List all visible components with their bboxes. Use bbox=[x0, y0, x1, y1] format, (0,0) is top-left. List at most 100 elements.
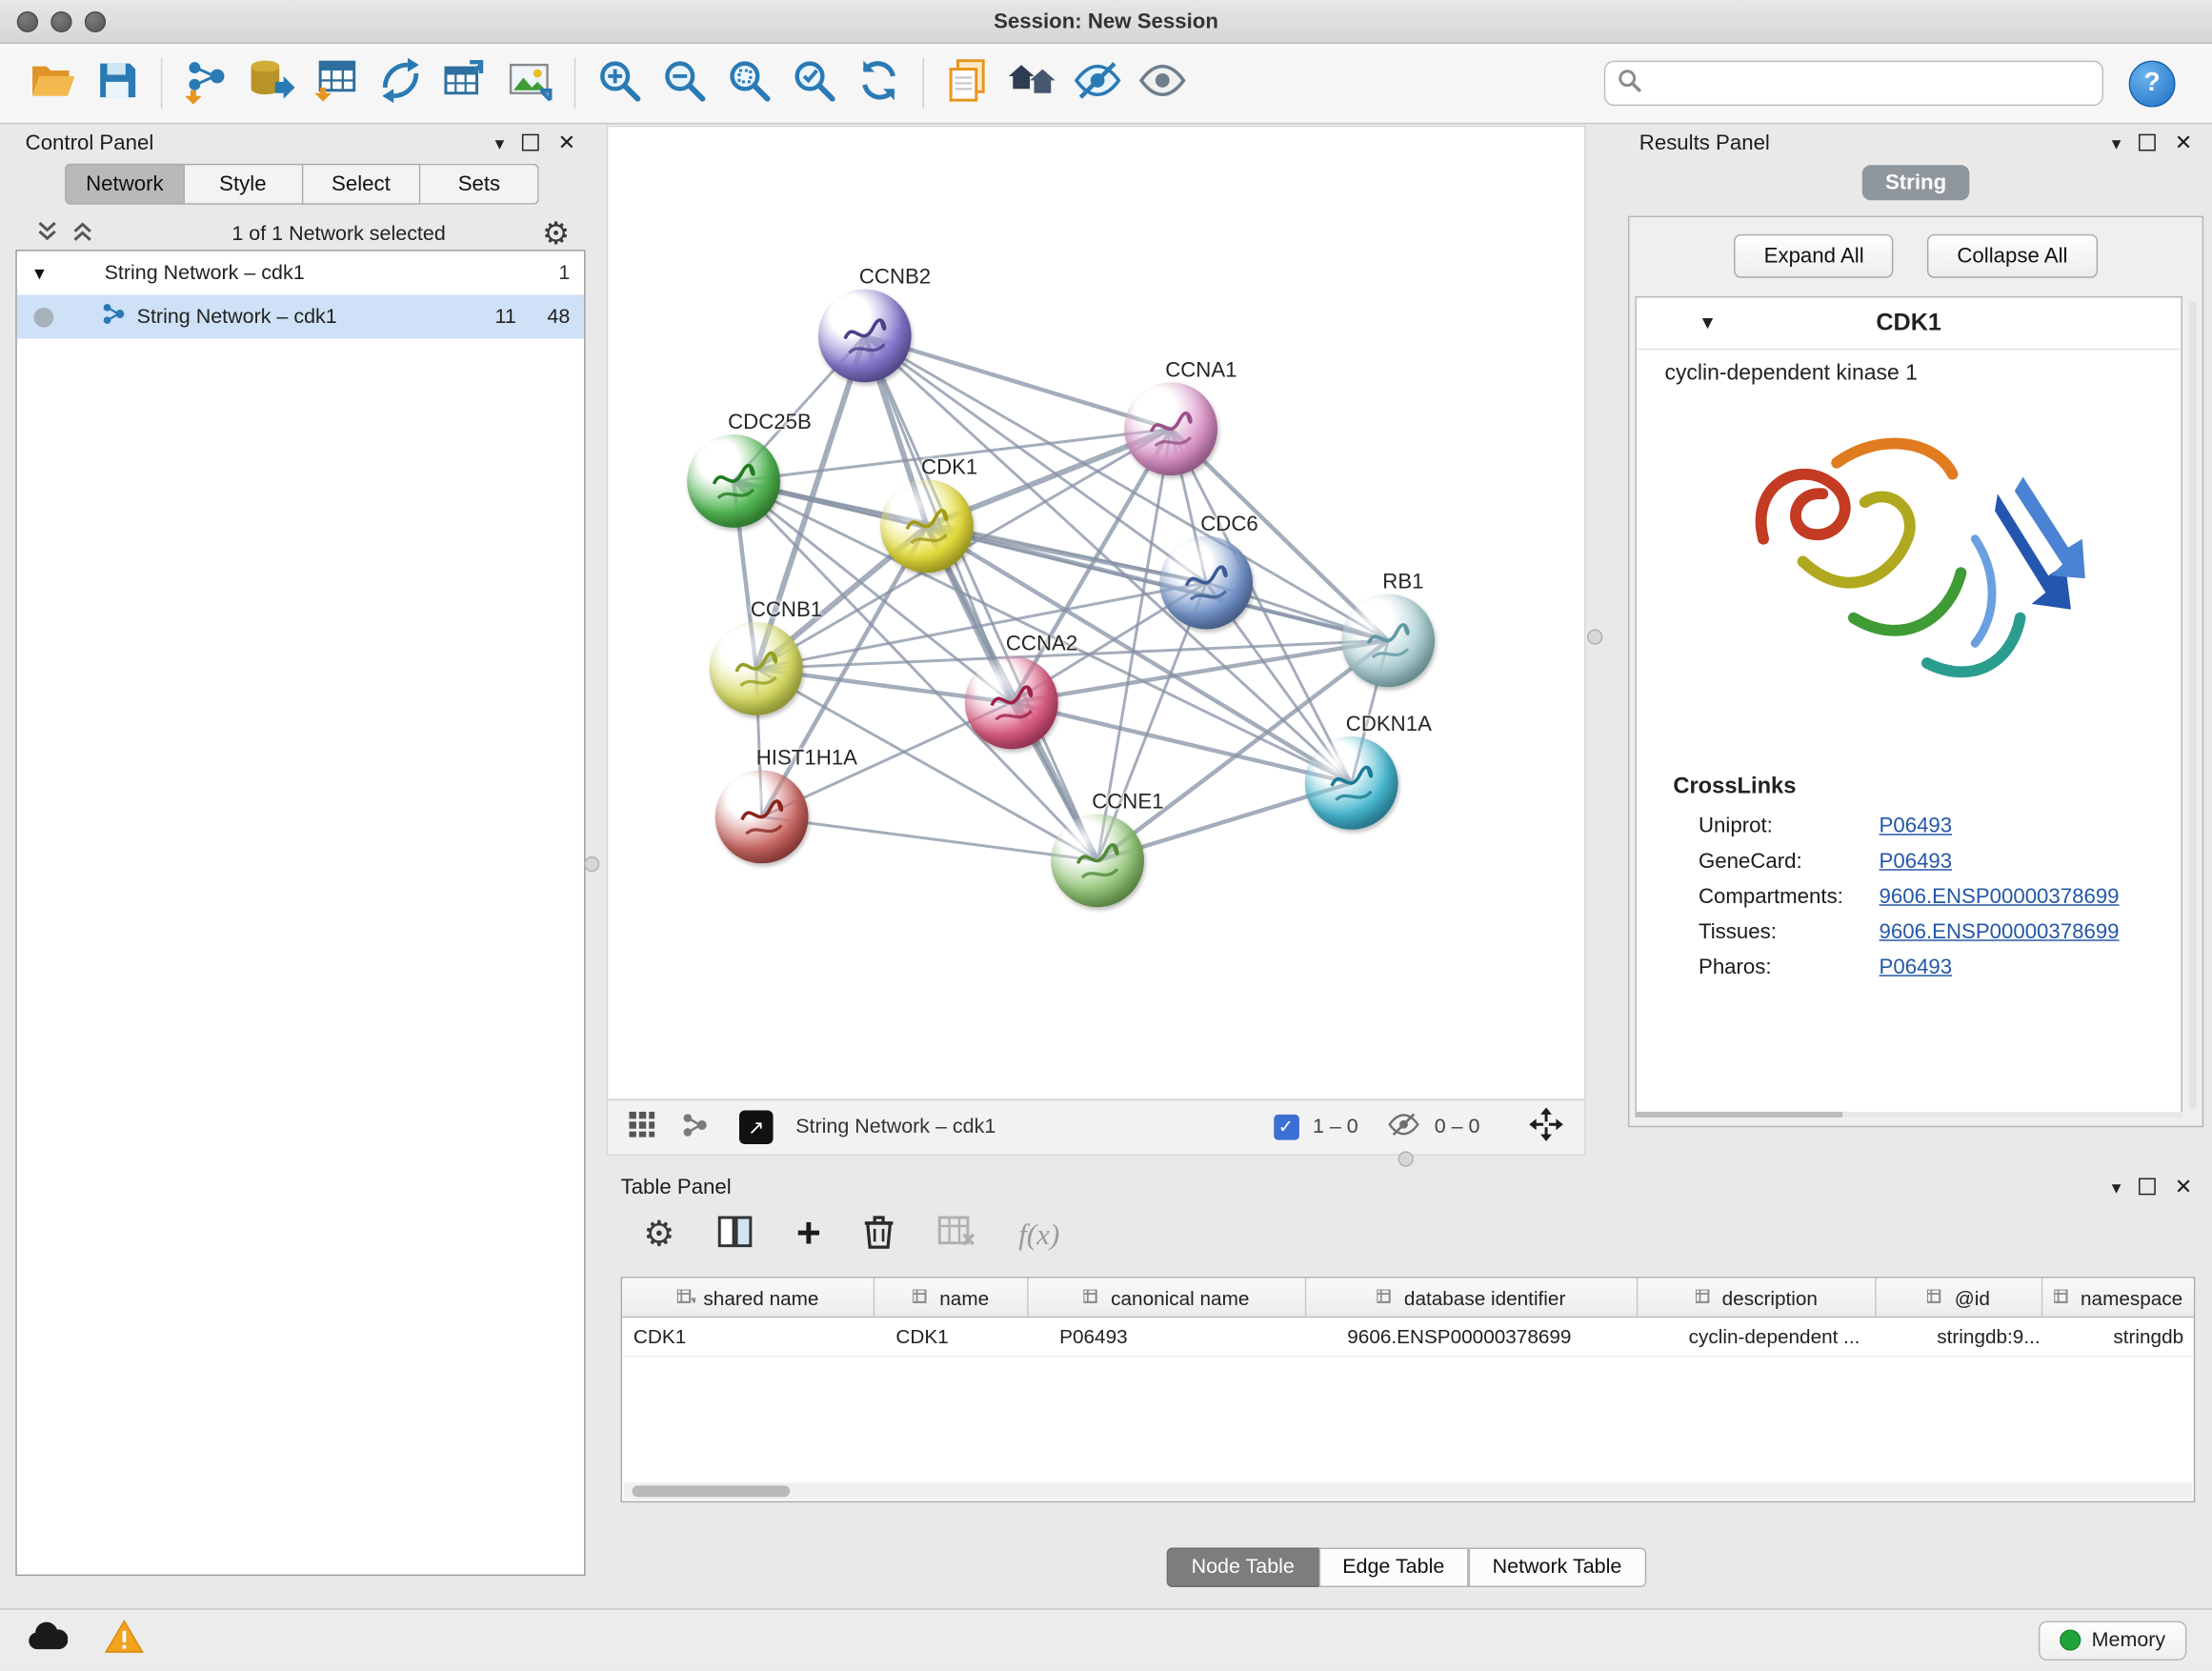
table-row[interactable]: CDK1 CDK1 P06493 9606.ENSP00000378699 cy… bbox=[622, 1318, 2194, 1357]
panel-close-icon[interactable]: ✕ bbox=[2175, 131, 2193, 152]
function-builder-icon[interactable]: f(x) bbox=[1018, 1217, 1059, 1252]
string-results-tab[interactable]: String bbox=[1862, 165, 1969, 200]
cloud-icon[interactable] bbox=[26, 1621, 68, 1660]
panel-close-icon[interactable]: ✕ bbox=[2175, 1176, 2193, 1197]
right-splitter-handle[interactable] bbox=[1587, 629, 1602, 644]
column-header-database-identifier[interactable]: database identifier bbox=[1306, 1278, 1638, 1317]
help-button[interactable]: ? bbox=[2129, 60, 2176, 107]
pan-move-icon[interactable] bbox=[1528, 1106, 1565, 1148]
panel-float-icon[interactable] bbox=[2140, 134, 2157, 151]
column-header-namespace[interactable]: namespace bbox=[2042, 1278, 2193, 1317]
zoom-window-button[interactable] bbox=[85, 10, 106, 31]
left-splitter-handle[interactable] bbox=[584, 856, 599, 872]
search-input[interactable] bbox=[1642, 70, 2091, 96]
network-node-CCNA2[interactable] bbox=[965, 656, 1058, 750]
network-node-CDC25B[interactable] bbox=[687, 434, 780, 528]
crosslink-link-uniprot[interactable]: P06493 bbox=[1880, 814, 1953, 837]
zoom-out-button[interactable] bbox=[652, 52, 716, 114]
expand-all-icon[interactable] bbox=[72, 220, 93, 249]
network-node-HIST1H1A[interactable] bbox=[715, 771, 809, 864]
panel-float-icon[interactable] bbox=[2140, 1178, 2157, 1196]
export-image-button[interactable] bbox=[498, 52, 563, 114]
hide-selected-button[interactable] bbox=[1065, 52, 1130, 114]
table-settings-gear-icon[interactable]: ⚙ bbox=[643, 1217, 674, 1252]
first-neighbors-button[interactable] bbox=[1000, 52, 1065, 114]
delete-table-icon[interactable] bbox=[936, 1214, 975, 1255]
results-vertical-scrollbar[interactable] bbox=[2189, 302, 2196, 1109]
collapse-all-button[interactable]: Collapse All bbox=[1927, 234, 2097, 278]
delete-row-icon[interactable] bbox=[863, 1213, 895, 1257]
tab-select[interactable]: Select bbox=[303, 164, 421, 205]
column-header-name[interactable]: name bbox=[875, 1278, 1028, 1317]
tab-network[interactable]: Network bbox=[65, 164, 185, 205]
column-header-id[interactable]: @id bbox=[1877, 1278, 2043, 1317]
crosslink-link-genecard[interactable]: P06493 bbox=[1880, 850, 1953, 874]
network-row[interactable]: String Network – cdk1 11 48 bbox=[17, 295, 584, 339]
results-horizontal-scrollbar[interactable] bbox=[1635, 1112, 2182, 1117]
table-horizontal-scrollbar[interactable] bbox=[624, 1482, 2193, 1500]
network-share-icon[interactable] bbox=[681, 1111, 708, 1143]
add-row-icon[interactable]: + bbox=[796, 1214, 821, 1256]
tab-style[interactable]: Style bbox=[185, 164, 303, 205]
network-node-CCNE1[interactable] bbox=[1051, 814, 1144, 907]
expand-all-button[interactable]: Expand All bbox=[1735, 234, 1894, 278]
panel-menu-icon[interactable]: ▾ bbox=[495, 133, 505, 151]
collapse-all-icon[interactable] bbox=[37, 220, 58, 249]
node-label-CCNE1: CCNE1 bbox=[1092, 790, 1163, 814]
network-canvas[interactable]: CCNB2CCNA1CDC25BCDK1CDC6RB1CCNB1CCNA2CDK… bbox=[608, 127, 1584, 1100]
tab-network-table[interactable]: Network Table bbox=[1468, 1548, 1645, 1587]
table-header-row: shared name name canonical name database… bbox=[622, 1278, 2194, 1318]
clone-network-button[interactable] bbox=[369, 52, 433, 114]
global-search[interactable] bbox=[1604, 61, 2103, 106]
import-network-file-button[interactable] bbox=[173, 52, 238, 114]
panel-menu-icon[interactable]: ▾ bbox=[2112, 133, 2122, 151]
column-header-description[interactable]: description bbox=[1638, 1278, 1876, 1317]
selected-checkbox-icon[interactable]: ✓ bbox=[1274, 1115, 1299, 1140]
title-bar: Session: New Session bbox=[0, 0, 2212, 44]
refresh-layout-button[interactable] bbox=[847, 52, 912, 114]
network-node-CCNB1[interactable] bbox=[710, 622, 803, 715]
hidden-eye-slash-icon[interactable] bbox=[1386, 1110, 1420, 1144]
copy-document-button[interactable] bbox=[935, 52, 1000, 114]
import-table-file-button[interactable] bbox=[303, 52, 368, 114]
network-node-CDC6[interactable] bbox=[1159, 536, 1253, 630]
show-columns-icon[interactable] bbox=[717, 1214, 754, 1255]
zoom-in-button[interactable] bbox=[587, 52, 652, 114]
import-network-database-button[interactable] bbox=[238, 52, 303, 114]
show-all-button[interactable] bbox=[1130, 52, 1195, 114]
crosslink-row: Uniprot: P06493 bbox=[1637, 809, 2182, 844]
window-controls[interactable] bbox=[17, 10, 106, 31]
minimize-window-button[interactable] bbox=[50, 10, 71, 31]
birdseye-grid-icon[interactable] bbox=[628, 1110, 656, 1144]
network-node-RB1[interactable] bbox=[1341, 594, 1435, 687]
network-node-CCNA1[interactable] bbox=[1124, 382, 1217, 475]
network-node-CDK1[interactable] bbox=[880, 480, 974, 574]
network-node-CCNB2[interactable] bbox=[818, 290, 912, 383]
zoom-selected-button[interactable] bbox=[781, 52, 846, 114]
memory-button[interactable]: Memory bbox=[2038, 1621, 2186, 1660]
network-node-CDKN1A[interactable] bbox=[1305, 736, 1398, 830]
panel-float-icon[interactable] bbox=[523, 134, 540, 151]
panel-menu-icon[interactable]: ▾ bbox=[2112, 1178, 2122, 1196]
tab-sets[interactable]: Sets bbox=[421, 164, 539, 205]
column-header-canonical-name[interactable]: canonical name bbox=[1029, 1278, 1307, 1317]
tree-expand-icon[interactable]: ▼ bbox=[31, 263, 63, 283]
tab-node-table[interactable]: Node Table bbox=[1167, 1548, 1318, 1587]
column-header-shared-name[interactable]: shared name bbox=[622, 1278, 875, 1317]
card-collapse-icon[interactable]: ▼ bbox=[1699, 312, 1717, 332]
network-options-gear-icon[interactable]: ⚙ bbox=[542, 219, 570, 251]
bottom-splitter-handle[interactable] bbox=[1398, 1151, 1414, 1166]
crosslink-link-pharos[interactable]: P06493 bbox=[1880, 956, 1953, 979]
open-session-button[interactable] bbox=[20, 52, 85, 114]
new-network-from-table-button[interactable] bbox=[433, 52, 498, 114]
warning-icon[interactable] bbox=[105, 1620, 144, 1661]
save-session-button[interactable] bbox=[85, 52, 150, 114]
panel-close-icon[interactable]: ✕ bbox=[558, 131, 576, 152]
crosslink-link-tissues[interactable]: 9606.ENSP00000378699 bbox=[1880, 920, 2120, 944]
crosslink-link-compartments[interactable]: 9606.ENSP00000378699 bbox=[1880, 885, 2120, 909]
tab-edge-table[interactable]: Edge Table bbox=[1318, 1548, 1468, 1587]
close-window-button[interactable] bbox=[17, 10, 38, 31]
network-collection-row[interactable]: ▼ String Network – cdk1 1 bbox=[17, 252, 584, 295]
open-in-new-icon[interactable]: ↗ bbox=[739, 1110, 774, 1144]
zoom-fit-button[interactable] bbox=[716, 52, 781, 114]
